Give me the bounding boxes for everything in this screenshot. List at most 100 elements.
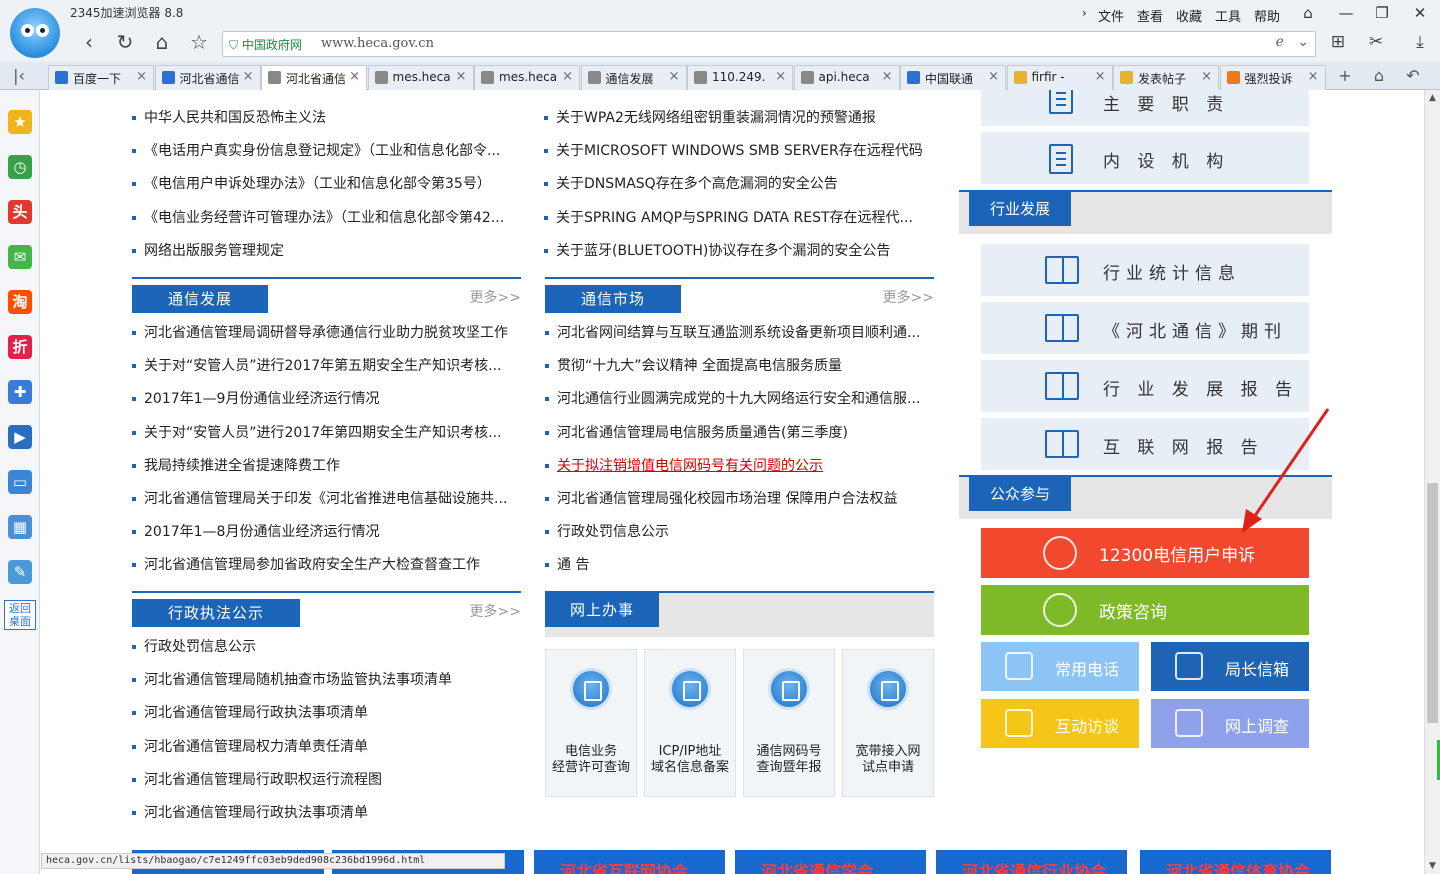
menu-help[interactable]: 帮助 [1254, 6, 1280, 25]
browser-tab[interactable]: firfir - × [1006, 65, 1113, 90]
browser-tab[interactable]: 强烈投诉 × [1219, 65, 1326, 90]
news-item-link[interactable]: 《电信用户申诉处理办法》（工业和信息化部令第35号） [132, 174, 512, 207]
news-item-link[interactable]: 河北省通信管理局行政执法事项清单 [132, 803, 521, 836]
tab-close-icon[interactable]: × [562, 69, 573, 84]
calculator-icon[interactable]: ▦ [8, 515, 32, 539]
admin-law-more-link[interactable]: 更多>> [470, 601, 521, 621]
tab-close-icon[interactable]: × [1095, 69, 1106, 84]
news-item-link[interactable]: 河北通信行业圆满完成党的十九大网络运行安全和通信服... [545, 389, 934, 422]
wechat-icon[interactable]: ✉ [8, 245, 32, 269]
industry-dev-title[interactable]: 行业发展 [969, 192, 1071, 226]
news-item-link[interactable]: 贯彻“十九大”会议精神 全面提高电信服务质量 [545, 356, 934, 389]
news-item-link[interactable]: 行政处罚信息公示 [132, 637, 521, 670]
browser-tab[interactable]: 110.249. × [687, 65, 793, 90]
news-item-link[interactable]: 河北省通信管理局关于印发《河北省推进电信基础设施共... [132, 489, 521, 522]
news-item-link[interactable]: 关于SPRING AMQP与SPRING DATA REST存在远程代... [544, 208, 924, 241]
discount-icon[interactable]: 折 [8, 335, 32, 359]
news-item-link[interactable]: 通 告 [545, 555, 934, 588]
industry-link[interactable]: 《河北通信》期刊 [981, 302, 1309, 354]
scroll-down-icon[interactable]: ▼ [1425, 858, 1440, 874]
minimize-icon[interactable]: — [1334, 4, 1358, 22]
online-survey-button[interactable]: 网上调查 [1151, 699, 1309, 748]
browser-tab[interactable]: mes.heca × [474, 65, 580, 90]
browser-tab[interactable]: 百度一下 × [48, 65, 154, 90]
news-item-link[interactable]: 河北省网间结算与互联互通监测系统设备更新项目顺利通... [545, 323, 934, 356]
browser-logo[interactable] [10, 8, 60, 58]
complaint-12300-button[interactable]: 12300电信用户申诉 [981, 528, 1309, 578]
news-item-link[interactable]: 我局持续推进全省提速降费工作 [132, 456, 521, 489]
news-item-link[interactable]: 关于对“安管人员”进行2017年第四期安全生产知识考核... [132, 423, 521, 456]
menu-tools[interactable]: 工具 [1215, 6, 1241, 25]
tab-close-icon[interactable]: × [669, 69, 680, 84]
browser-tab[interactable]: mes.heca × [367, 65, 474, 90]
menu-favorites[interactable]: 收藏 [1176, 6, 1202, 25]
headlines-icon[interactable]: 头 [8, 200, 32, 224]
news-item-link[interactable]: 行政处罚信息公示 [545, 522, 934, 555]
video-icon[interactable]: ▶ [8, 425, 32, 449]
news-item-link[interactable]: 网络出版服务管理规定 [132, 241, 512, 274]
policy-consult-button[interactable]: 政策咨询 [981, 585, 1309, 635]
news-item-link[interactable]: 河北省通信管理局参加省政府安全生产大检查督查工作 [132, 555, 521, 588]
news-item-link[interactable]: 关于WPA2无线网络组密钥重装漏洞情况的预警通报 [544, 108, 924, 141]
browser-tab[interactable]: 通信发展 × [580, 65, 687, 90]
news-item-link[interactable]: 关于对“安管人员”进行2017年第五期安全生产知识考核... [132, 356, 521, 389]
favorites-star-icon[interactable]: ★ [8, 110, 32, 134]
admin-law-title[interactable]: 行政执法公示 [132, 599, 300, 627]
news-item-link[interactable]: 2017年1—8月份通信业经济运行情况 [132, 522, 521, 555]
news-item-link[interactable]: 中华人民共和国反恐怖主义法 [132, 108, 512, 141]
news-item-link[interactable]: 关于DNSMASQ存在多个高危漏洞的安全公告 [544, 174, 924, 207]
new-tab-icon[interactable]: + [1334, 66, 1356, 85]
tab-close-icon[interactable]: × [1201, 69, 1212, 84]
industry-link[interactable]: 行业统计信息 [981, 244, 1309, 296]
back-icon[interactable]: ‹ [76, 30, 102, 54]
news-item-link[interactable]: 河北省通信管理局权力清单责任清单 [132, 737, 521, 770]
tab-close-icon[interactable]: × [243, 69, 254, 84]
history-clock-icon[interactable]: ◷ [8, 155, 32, 179]
news-item-link[interactable]: 河北省通信管理局强化校园市场治理 保障用户合法权益 [545, 489, 934, 522]
close-window-icon[interactable]: ✕ [1408, 4, 1432, 22]
news-item-link[interactable]: 《电信业务经营许可管理办法》（工业和信息化部令第42... [132, 208, 512, 241]
ie-mode-icon[interactable]: ℯ [1276, 34, 1284, 50]
online-service-tile[interactable]: ICP/IP地址 域名信息备案 [644, 649, 736, 797]
comm-market-title[interactable]: 通信市场 [545, 285, 681, 313]
partner-banner[interactable]: 河北省互联网协会 [534, 850, 725, 874]
online-service-tile[interactable]: 宽带接入网 试点申请 [842, 649, 934, 797]
online-service-tile[interactable]: 通信网码号 查询暨年报 [743, 649, 835, 797]
link-main-duties[interactable]: 主 要 职 责 [981, 90, 1309, 126]
browser-tab[interactable]: 河北省通信 × [154, 65, 261, 90]
partner-banner[interactable]: 河北省通信行业协会 [936, 850, 1127, 874]
computer-icon[interactable]: ▭ [8, 470, 32, 494]
bookmark-star-icon[interactable]: ☆ [186, 30, 212, 54]
link-departments[interactable]: 内 设 机 构 [981, 132, 1309, 184]
news-item-link[interactable]: 河北省通信管理局电信服务质量通告(第三季度) [545, 423, 934, 456]
game-controller-icon[interactable]: ✚ [8, 380, 32, 404]
partner-banner[interactable]: 河北省通信体育协会 [1140, 850, 1331, 874]
skin-icon[interactable]: ⌂ [1296, 4, 1320, 22]
back-to-desktop-button[interactable]: 返回桌面 [4, 600, 36, 630]
browser-tab[interactable]: 河北省通信 × [261, 65, 367, 91]
restore-icon[interactable]: ❐ [1370, 4, 1394, 22]
home-icon[interactable]: ⌂ [149, 30, 175, 54]
comm-dev-more-link[interactable]: 更多>> [470, 287, 521, 307]
address-bar[interactable]: ⛉ 中国政府网 www.heca.gov.cn ℯ ⌄ [222, 31, 1316, 57]
download-icon[interactable]: ⤓ [1408, 32, 1432, 52]
tab-close-icon[interactable]: × [775, 69, 786, 84]
notebook-icon[interactable]: ✎ [8, 560, 32, 584]
browser-tab[interactable]: api.heca × [793, 65, 900, 90]
tab-close-icon[interactable]: × [1308, 69, 1319, 84]
screenshot-scissors-icon[interactable]: ✂ [1364, 32, 1388, 52]
interview-button[interactable]: 互动访谈 [981, 699, 1139, 748]
tab-close-icon[interactable]: × [136, 69, 147, 84]
browser-tab[interactable]: 发表帖子 × [1113, 65, 1219, 90]
news-item-link[interactable]: 关于拟注销增值电信网码号有关问题的公示 [545, 456, 934, 489]
comm-market-more-link[interactable]: 更多>> [883, 287, 934, 307]
news-item-link[interactable]: 河北省通信管理局调研督导承德通信行业助力脱贫攻坚工作 [132, 323, 521, 356]
director-mailbox-button[interactable]: 局长信箱 [1151, 642, 1309, 691]
url-text[interactable]: www.heca.gov.cn [321, 36, 434, 51]
partner-banner[interactable]: 河北省通信学会 [735, 850, 926, 874]
online-service-title[interactable]: 网上办事 [545, 593, 659, 627]
scroll-up-icon[interactable]: ▲ [1425, 90, 1440, 106]
refresh-icon[interactable]: ↻ [112, 30, 138, 54]
address-dropdown-icon[interactable]: ⌄ [1297, 34, 1309, 50]
news-item-link[interactable]: 关于蓝牙(BLUETOOTH)协议存在多个漏洞的安全公告 [544, 241, 924, 274]
